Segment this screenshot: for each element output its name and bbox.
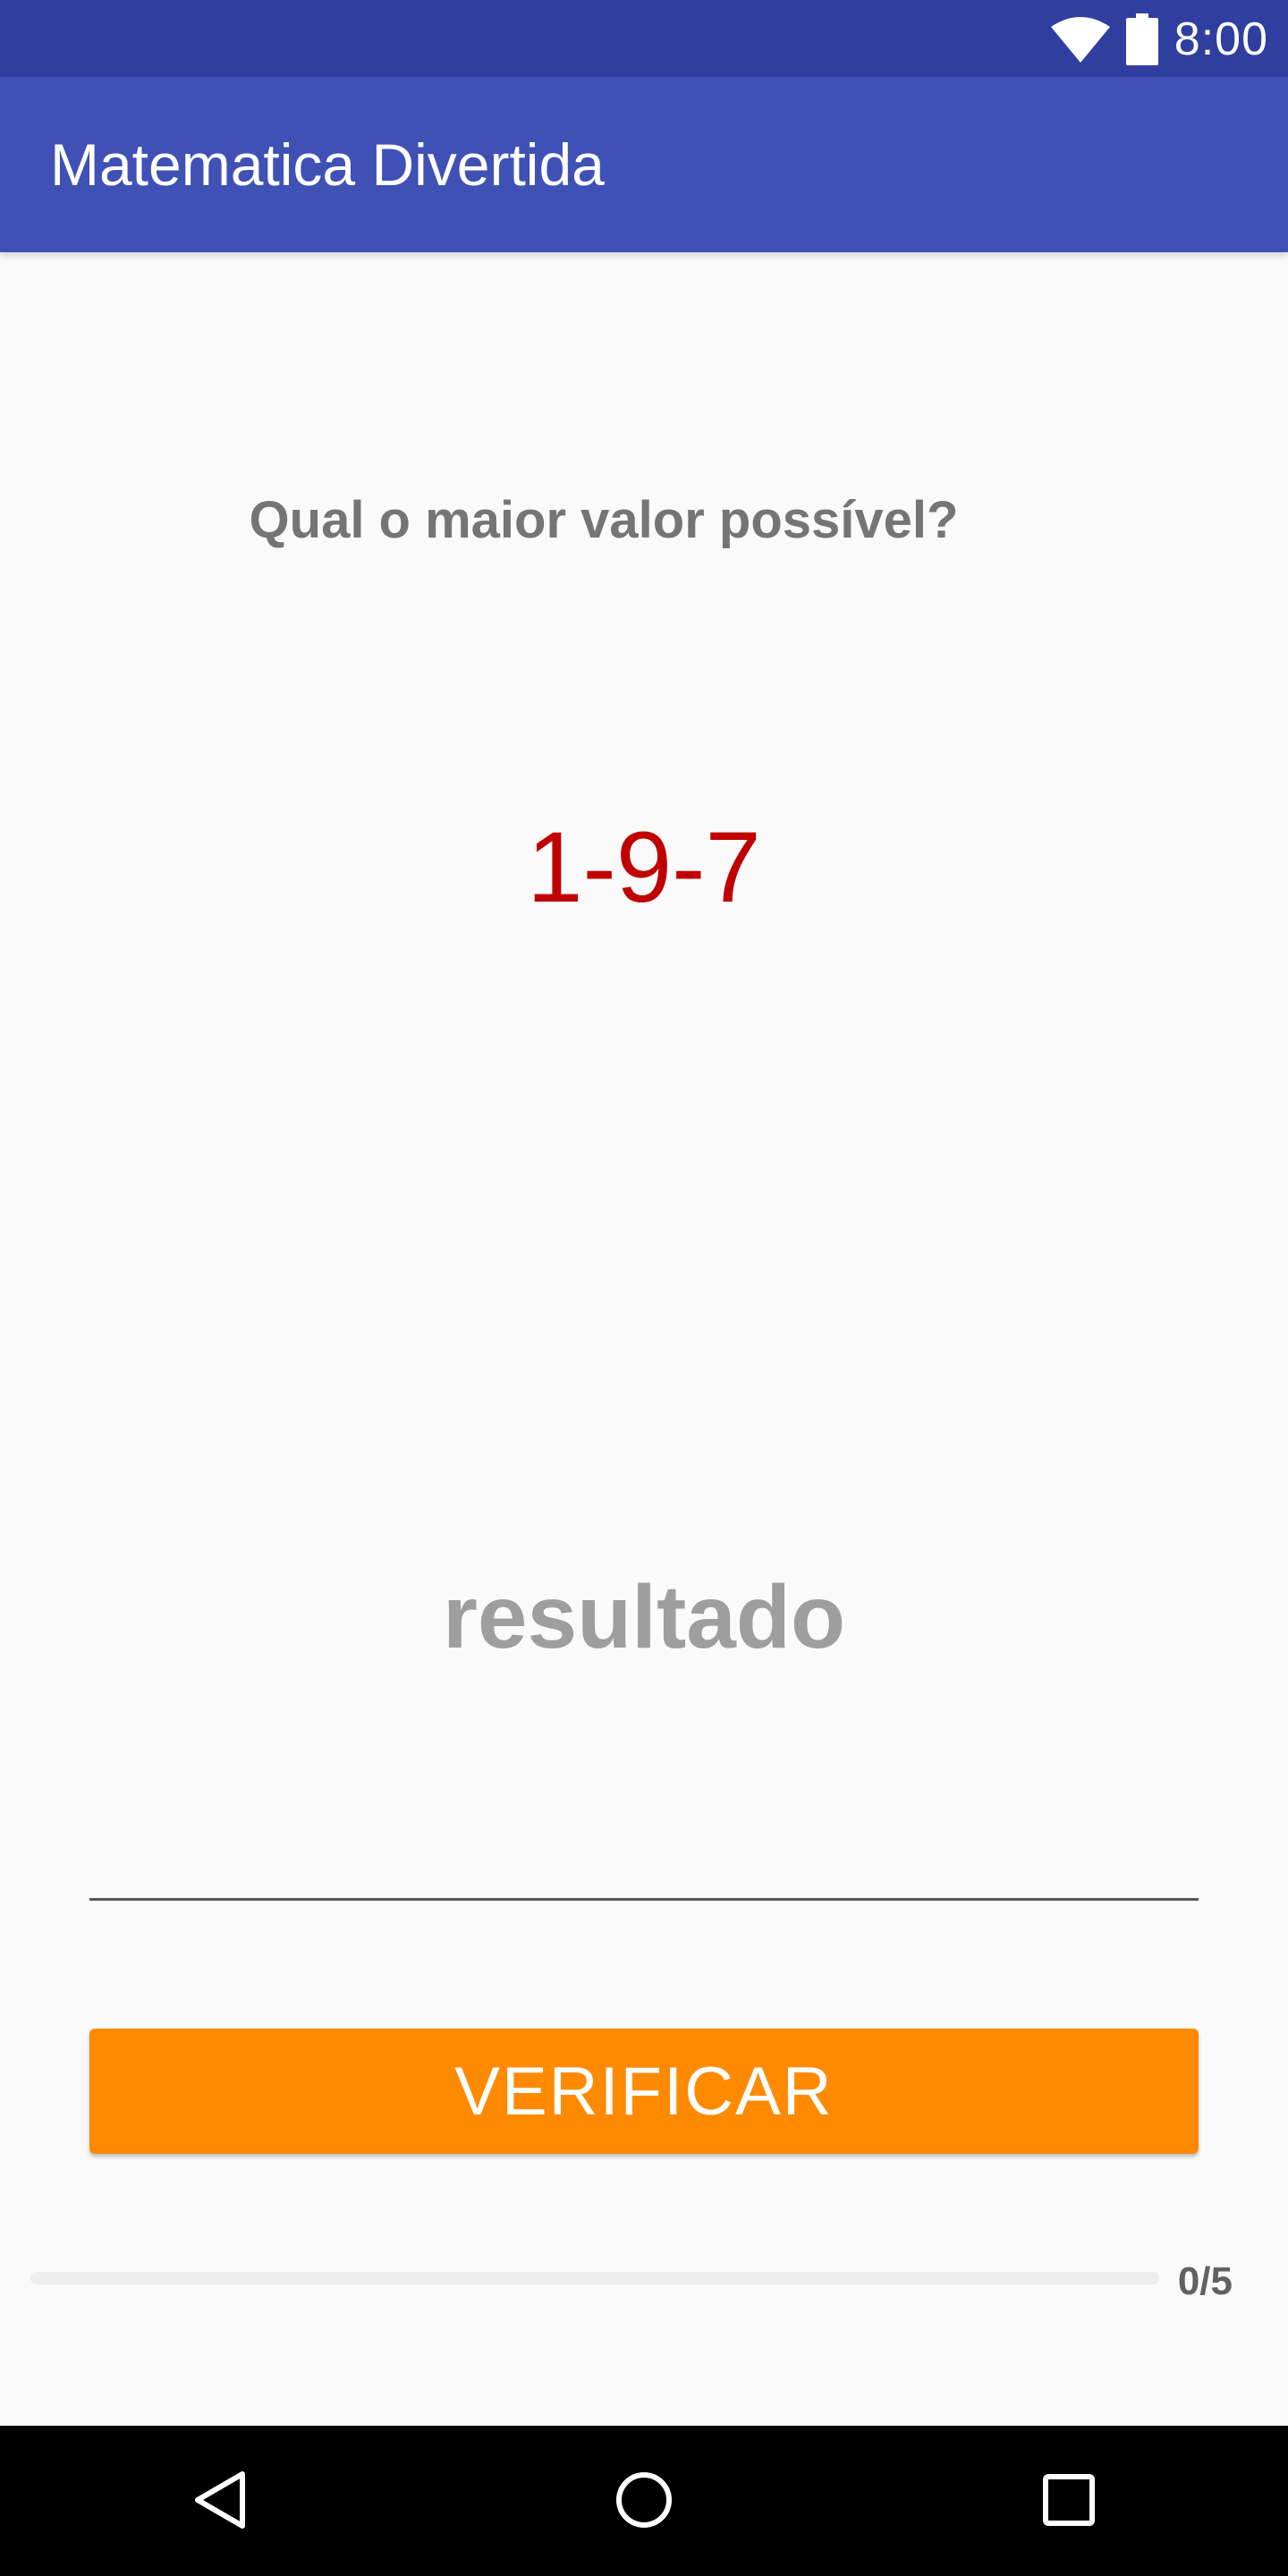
result-input[interactable]: [89, 1574, 1199, 1660]
back-icon: [191, 2469, 248, 2536]
status-bar: 8:00: [0, 0, 1288, 77]
verify-button[interactable]: VERIFICAR: [89, 2029, 1199, 2154]
progress-bar: [30, 2272, 1159, 2284]
app-title: Matematica Divertida: [50, 131, 605, 198]
wifi-icon: [1050, 16, 1110, 63]
app-screen: 8:00 Matematica Divertida Qual o maior v…: [0, 0, 1288, 2576]
navigation-bar: [0, 2426, 1288, 2576]
home-icon: [613, 2469, 675, 2536]
battery-icon: [1125, 13, 1158, 65]
clock: 8:00: [1174, 13, 1268, 65]
recent-apps-icon: [1040, 2471, 1097, 2533]
question-text: Qual o maior valor possível?: [249, 491, 959, 549]
digits-display: 1-9-7: [527, 811, 761, 923]
home-button[interactable]: [604, 2462, 684, 2542]
status-icons: 8:00: [1050, 11, 1268, 68]
input-underline: [89, 1898, 1199, 1901]
progress-label: 0/5: [1177, 2259, 1233, 2303]
recent-apps-button[interactable]: [1029, 2462, 1109, 2542]
back-button[interactable]: [179, 2462, 259, 2542]
app-bar: Matematica Divertida: [0, 77, 1288, 252]
